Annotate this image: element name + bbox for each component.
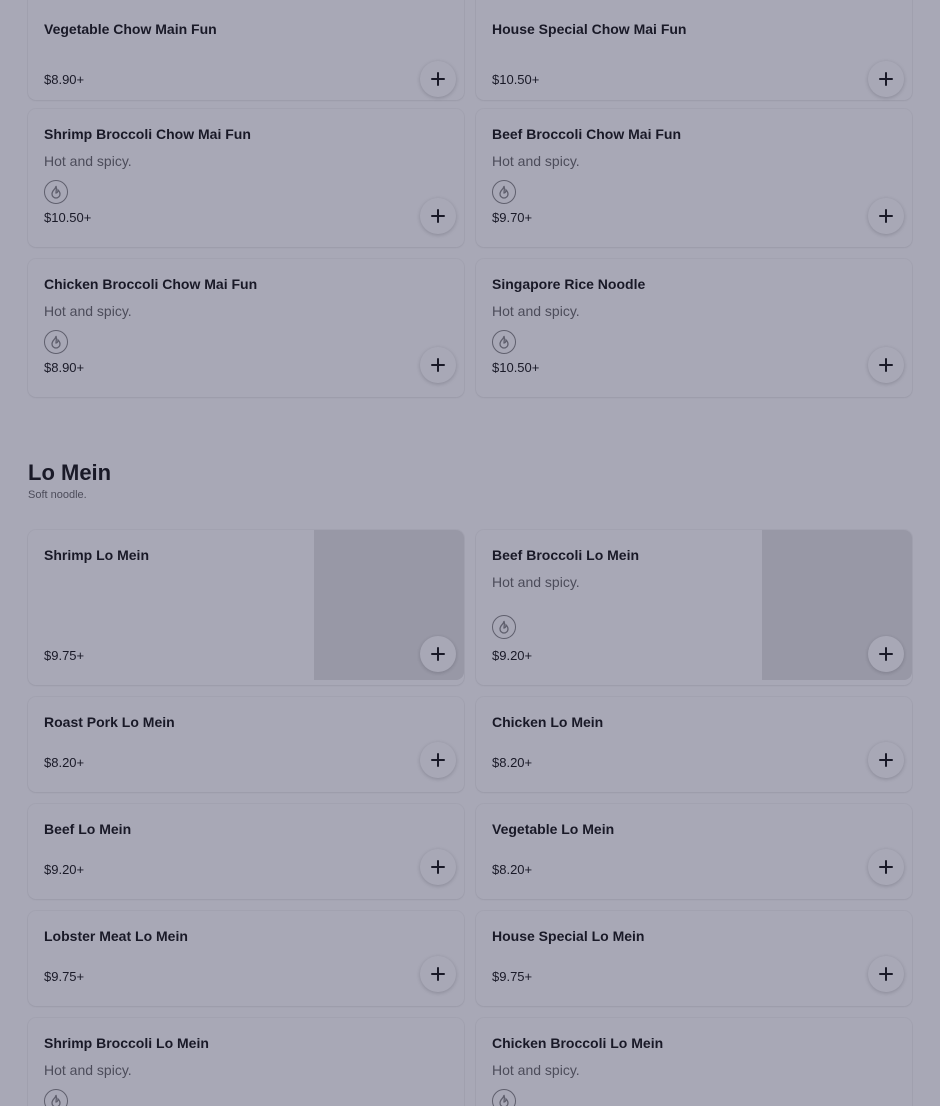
item-price: $8.20+ [44, 755, 85, 770]
item-price: $9.75+ [492, 969, 533, 984]
add-item-button[interactable] [420, 742, 456, 778]
section-title: Lo Mein [28, 460, 112, 485]
item-price: $8.90+ [44, 72, 85, 87]
add-item-button[interactable] [868, 849, 904, 885]
spicy-badge [492, 615, 516, 639]
add-item-button[interactable] [868, 742, 904, 778]
menu-item-card[interactable]: Lobster Meat Lo Mein $9.75+ [28, 911, 464, 1006]
menu-item-card[interactable]: Chicken Broccoli Chow Mai Fun Hot and sp… [28, 259, 464, 397]
menu-item-card[interactable]: Vegetable Lo Mein $8.20+ [476, 804, 912, 899]
item-name: Roast Pork Lo Mein [44, 714, 175, 730]
item-price: $9.20+ [44, 862, 85, 877]
plus-icon [879, 753, 893, 767]
plus-icon [431, 72, 445, 86]
flame-icon [51, 335, 61, 349]
menu-item-card[interactable]: Beef Broccoli Lo Mein Hot and spicy. $9.… [476, 530, 912, 685]
plus-icon [431, 358, 445, 372]
add-item-button[interactable] [420, 198, 456, 234]
flame-icon [51, 1094, 61, 1106]
item-price: $8.20+ [492, 755, 533, 770]
item-description: Hot and spicy. [492, 303, 580, 319]
flame-icon [499, 620, 509, 634]
flame-icon [499, 1094, 509, 1106]
item-price: $8.20+ [492, 862, 533, 877]
plus-icon [431, 647, 445, 661]
item-name: Beef Lo Mein [44, 821, 132, 837]
menu-item-card[interactable]: Beef Lo Mein $9.20+ [28, 804, 464, 899]
item-price: $10.50+ [44, 210, 92, 225]
menu-item-card[interactable]: Shrimp Broccoli Chow Mai Fun Hot and spi… [28, 109, 464, 247]
menu-page: Vegetable Chow Main Fun $8.90+ House Spe… [0, 0, 940, 1106]
plus-icon [879, 358, 893, 372]
item-description: Hot and spicy. [44, 153, 132, 169]
add-item-button[interactable] [868, 636, 904, 672]
add-item-button[interactable] [868, 198, 904, 234]
menu-item-card[interactable]: Singapore Rice Noodle Hot and spicy. $10… [476, 259, 912, 397]
plus-icon [431, 860, 445, 874]
menu-item-card[interactable]: Vegetable Chow Main Fun $8.90+ [28, 0, 464, 100]
menu-item-card[interactable]: Chicken Broccoli Lo Mein Hot and spicy. [476, 1018, 912, 1106]
section-subtitle: Soft noodle. [28, 489, 87, 501]
menu-item-card[interactable]: Roast Pork Lo Mein $8.20+ [28, 697, 464, 792]
item-description: Hot and spicy. [44, 1062, 132, 1078]
spicy-badge [492, 180, 516, 204]
plus-icon [431, 967, 445, 981]
menu-item-card[interactable]: Shrimp Lo Mein $9.75+ [28, 530, 464, 685]
item-name: Chicken Lo Mein [492, 714, 604, 730]
plus-icon [431, 209, 445, 223]
add-item-button[interactable] [868, 956, 904, 992]
menu-item-card[interactable]: House Special Chow Mai Fun $10.50+ [476, 0, 912, 100]
item-name: Lobster Meat Lo Mein [44, 928, 188, 944]
add-item-button[interactable] [420, 956, 456, 992]
item-name: Vegetable Chow Main Fun [44, 21, 217, 37]
flame-icon [499, 185, 509, 199]
item-price: $9.70+ [492, 210, 533, 225]
item-price: $8.90+ [44, 360, 85, 375]
item-price: $10.50+ [492, 360, 540, 375]
add-item-button[interactable] [420, 849, 456, 885]
spicy-badge [44, 1089, 68, 1106]
item-name: Shrimp Broccoli Chow Mai Fun [44, 126, 251, 142]
item-description: Hot and spicy. [492, 1062, 580, 1078]
add-item-button[interactable] [420, 636, 456, 672]
item-name: Beef Broccoli Chow Mai Fun [492, 126, 682, 142]
plus-icon [879, 72, 893, 86]
menu-grid-top: Vegetable Chow Main Fun $8.90+ House Spe… [28, 0, 912, 397]
menu-grid-lo-mein: Shrimp Lo Mein $9.75+ Beef Broccoli Lo M… [28, 530, 912, 1106]
menu-item-card[interactable]: Beef Broccoli Chow Mai Fun Hot and spicy… [476, 109, 912, 247]
item-name: House Special Lo Mein [492, 928, 645, 944]
menu-item-card[interactable]: Shrimp Broccoli Lo Mein Hot and spicy. [28, 1018, 464, 1106]
add-item-button[interactable] [868, 347, 904, 383]
add-item-button[interactable] [868, 61, 904, 97]
item-name: Vegetable Lo Mein [492, 821, 615, 837]
spicy-badge [492, 330, 516, 354]
spicy-badge [492, 1089, 516, 1106]
plus-icon [879, 967, 893, 981]
item-price: $9.75+ [44, 648, 85, 663]
flame-icon [51, 185, 61, 199]
item-price: $10.50+ [492, 72, 540, 87]
item-description: Hot and spicy. [44, 303, 132, 319]
item-price: $9.20+ [492, 648, 533, 663]
menu-item-card[interactable]: Chicken Lo Mein $8.20+ [476, 697, 912, 792]
flame-icon [499, 335, 509, 349]
plus-icon [879, 647, 893, 661]
item-name: Shrimp Broccoli Lo Mein [44, 1035, 209, 1051]
plus-icon [879, 209, 893, 223]
spicy-badge [44, 330, 68, 354]
item-name: Chicken Broccoli Chow Mai Fun [44, 276, 258, 292]
item-name: Chicken Broccoli Lo Mein [492, 1035, 664, 1051]
plus-icon [431, 753, 445, 767]
add-item-button[interactable] [420, 61, 456, 97]
add-item-button[interactable] [420, 347, 456, 383]
item-price: $9.75+ [44, 969, 85, 984]
item-name: House Special Chow Mai Fun [492, 21, 687, 37]
spicy-badge [44, 180, 68, 204]
plus-icon [879, 860, 893, 874]
item-description: Hot and spicy. [492, 153, 580, 169]
item-name: Singapore Rice Noodle [492, 276, 646, 292]
menu-item-card[interactable]: House Special Lo Mein $9.75+ [476, 911, 912, 1006]
